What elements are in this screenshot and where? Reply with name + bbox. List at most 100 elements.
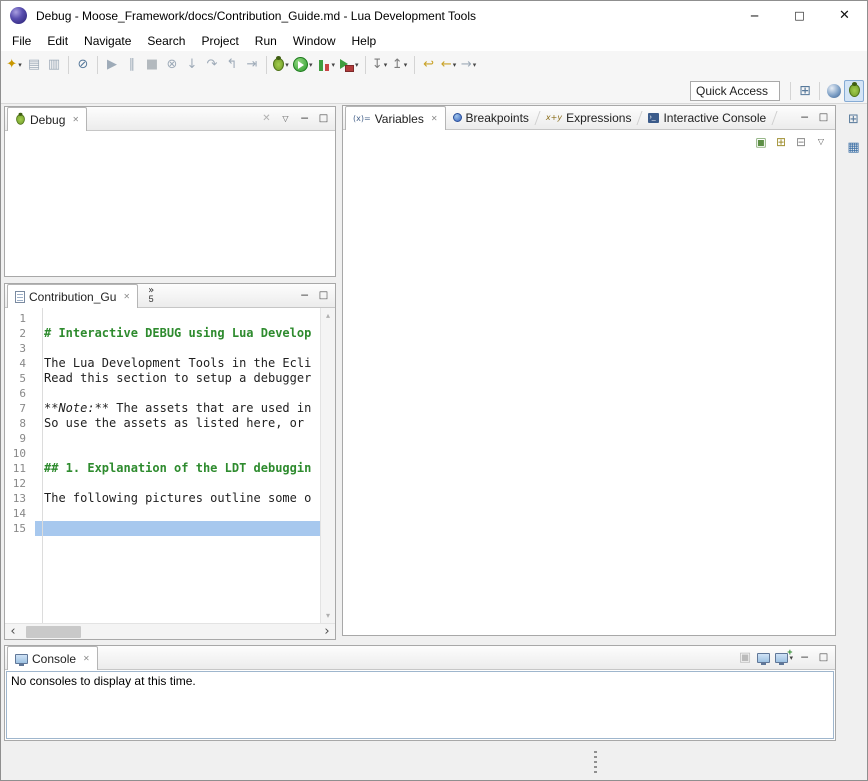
editor-line-4[interactable]: 4The Lua Development Tools in the Ecli (5, 356, 320, 371)
editor-line-7[interactable]: 7**Note:** The assets that are used in (5, 401, 320, 416)
save-icon: ▤ (28, 58, 40, 71)
editor-line-1[interactable]: 1 (5, 311, 320, 326)
resume-button: ▶ (102, 54, 122, 76)
scroll-left-icon[interactable]: ‹ (8, 625, 18, 638)
view-menu-icon: ▽ (818, 138, 824, 146)
vars-minimize-button[interactable]: ─ (795, 108, 814, 128)
hscroll-track[interactable] (20, 626, 320, 638)
strip-restore-view-button[interactable]: ⊞ (844, 108, 864, 130)
editor-line-10[interactable]: 10 (5, 446, 320, 461)
vars-show-type-names-button[interactable]: ⊞ (771, 131, 791, 153)
editor-minimize-button[interactable]: ─ (295, 286, 314, 306)
next-annotation-button[interactable]: ↧▾ (370, 54, 390, 76)
coverage-button[interactable]: ▾ (315, 54, 338, 76)
menu-run[interactable]: Run (247, 32, 285, 50)
menu-help[interactable]: Help (344, 32, 385, 50)
tab-console-close-icon[interactable]: ✕ (83, 654, 90, 663)
text-segment: Read this section to setup a debugger (44, 371, 311, 385)
minimize-window-button[interactable]: ─ (732, 1, 777, 30)
editor-line-2[interactable]: 2# Interactive DEBUG using Lua Develop (5, 326, 320, 341)
tab-debug-label: Debug (30, 113, 65, 127)
run-button[interactable]: ▾ (291, 54, 315, 76)
debug-perspective-button[interactable] (844, 80, 864, 102)
tab-expressions[interactable]: x+yExpressions (539, 106, 639, 129)
editor-maximize-button[interactable]: □ (314, 286, 333, 306)
editor-line-14[interactable]: 14 (5, 506, 320, 521)
scroll-up-icon[interactable]: ▴ (321, 311, 335, 320)
editor-line-3[interactable]: 3 (5, 341, 320, 356)
menu-edit[interactable]: Edit (39, 32, 76, 50)
console-maximize-button[interactable]: □ (814, 648, 833, 668)
console-display-selected-console-button[interactable] (754, 648, 773, 668)
view-menu-icon: ▽ (282, 115, 288, 123)
debug-maximize-button[interactable]: □ (314, 109, 333, 129)
editor-line-text (35, 521, 320, 536)
close-window-button[interactable]: ✕ (822, 1, 867, 30)
editor-line-15[interactable]: 15 (5, 521, 320, 536)
vars-collapse-all-button[interactable]: ⊟ (791, 131, 811, 153)
new-wizard-button[interactable]: ✦▾ (4, 54, 24, 76)
menu-file[interactable]: File (4, 32, 39, 50)
dropdown-arrow-icon: ▾ (453, 61, 457, 69)
resume-icon: ▶ (107, 58, 117, 71)
console-minimize-button[interactable]: ─ (795, 648, 814, 668)
editor-line-8[interactable]: 8So use the assets as listed here, or (5, 416, 320, 431)
menu-navigate[interactable]: Navigate (76, 32, 139, 50)
vars-view-menu-button[interactable]: ▽ (811, 131, 831, 153)
editor-horizontal-scrollbar[interactable]: ‹ › (5, 623, 335, 639)
strip-minimized-views-button[interactable]: ▦ (844, 136, 864, 158)
menu-project[interactable]: Project (193, 32, 246, 50)
debug-tabrow: Debug ✕ ✕ ▽ ─□ (5, 107, 335, 131)
toolbar-separator (266, 56, 267, 74)
last-edit-location-button[interactable]: ↩ (419, 54, 439, 76)
editor-vertical-scrollbar[interactable]: ▴ ▾ (320, 308, 335, 623)
tab-debug[interactable]: Debug ✕ (7, 107, 87, 131)
tab-debug-close-icon[interactable]: ✕ (72, 115, 79, 124)
menu-search[interactable]: Search (139, 32, 193, 50)
dropdown-arrow-icon: ▾ (473, 61, 477, 69)
editor-line-12[interactable]: 12 (5, 476, 320, 491)
vars-show-logical-structures-button[interactable]: ▣ (751, 131, 771, 153)
tab-breakpoints[interactable]: Breakpoints (446, 106, 536, 129)
debug-minimize-button[interactable]: ─ (295, 109, 314, 129)
sash-handle[interactable] (594, 751, 597, 773)
display-selected-console-icon (757, 653, 770, 663)
debug-perspective-icon (849, 84, 860, 97)
lua-perspective-icon (827, 84, 841, 98)
editor-line-text (35, 446, 320, 461)
quick-access-box[interactable]: Quick Access (690, 81, 780, 101)
varsig-icon: (x)= (353, 115, 371, 123)
tab-variables[interactable]: (x)=Variables✕ (345, 106, 446, 130)
editor-tab-overflow-button[interactable]: » 5 (142, 284, 160, 307)
tab-interactive-console[interactable]: Interactive Console (641, 106, 773, 129)
editor-line-9[interactable]: 9 (5, 431, 320, 446)
vars-maximize-button[interactable]: □ (814, 108, 833, 128)
scroll-right-icon[interactable]: › (322, 625, 332, 638)
debug-button[interactable]: ▾ (271, 54, 291, 76)
console-open-console-button[interactable]: ▾ (773, 648, 795, 668)
menu-window[interactable]: Window (285, 32, 344, 50)
open-perspective-button[interactable]: ⊞ (795, 80, 815, 102)
hscroll-thumb[interactable] (26, 626, 81, 638)
editor-line-6[interactable]: 6 (5, 386, 320, 401)
forward-button: →▾ (459, 54, 479, 76)
skip-all-breakpoints-button[interactable]: ⊘ (73, 54, 93, 76)
external-tools-button[interactable]: ▾ (337, 54, 361, 76)
editor-line-5[interactable]: 5Read this section to setup a debugger (5, 371, 320, 386)
tab-contribution-guide[interactable]: Contribution_Gu ✕ (7, 284, 138, 308)
tab-contribution-guide-close-icon[interactable]: ✕ (123, 292, 130, 301)
lua-perspective-button[interactable] (824, 80, 844, 102)
editor-line-11[interactable]: 11## 1. Explanation of the LDT debuggin (5, 461, 320, 476)
editor-lines[interactable]: 12# Interactive DEBUG using Lua Develop3… (5, 308, 320, 623)
back-button[interactable]: ←▾ (439, 54, 459, 76)
step-into-button: ↓ (182, 54, 202, 76)
line-number: 4 (5, 356, 35, 371)
editor-line-13[interactable]: 13The following pictures outline some o (5, 491, 320, 506)
scroll-down-icon[interactable]: ▾ (321, 611, 335, 620)
maximize-window-button[interactable]: □ (777, 1, 822, 30)
previous-annotation-button[interactable]: ↥▾ (390, 54, 410, 76)
tab-console[interactable]: Console ✕ (7, 646, 98, 670)
tab-variables-close-icon[interactable]: ✕ (431, 114, 438, 123)
debug-view-menu-button[interactable]: ▽ (276, 109, 295, 129)
collapse-all-icon: ⊟ (796, 136, 806, 148)
